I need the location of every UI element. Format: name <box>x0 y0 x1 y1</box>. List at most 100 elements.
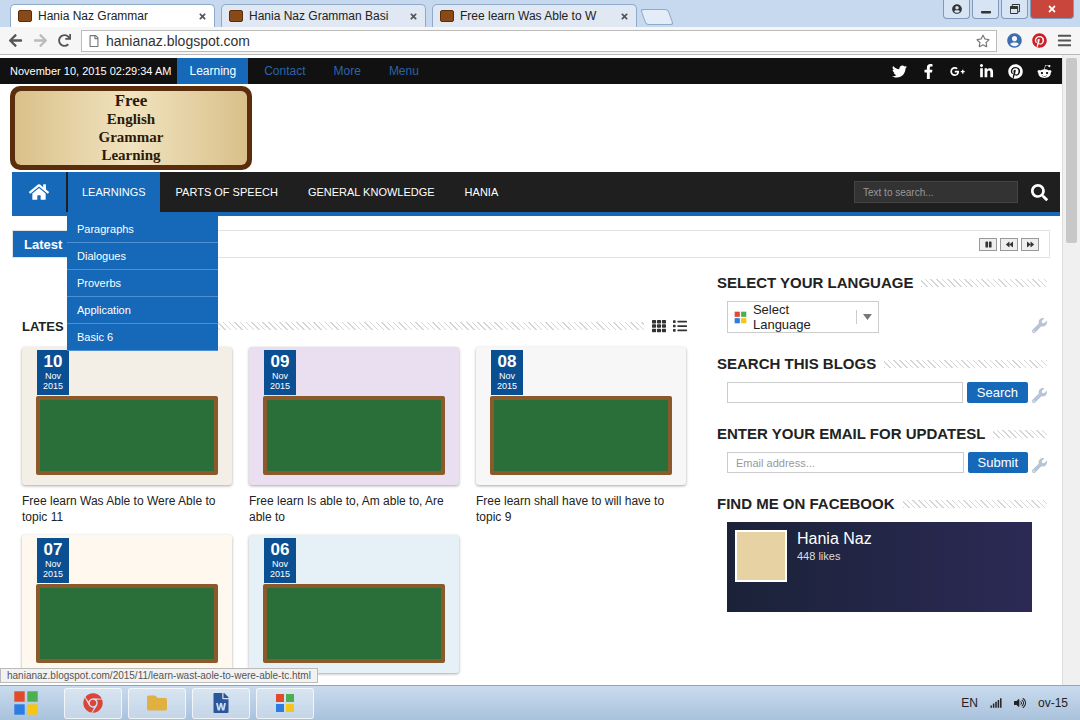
site-logo[interactable]: FreeEnglishGrammarLearning <box>10 86 252 170</box>
close-icon <box>1047 4 1057 14</box>
user-button[interactable] <box>943 0 970 19</box>
nav-wrap: LEARNINGSPARTS OF SPEECHGENERAL KNOWLEDG… <box>12 172 1060 216</box>
url-field[interactable]: hanianaz.blogspot.com <box>81 30 997 52</box>
facebook-icon[interactable] <box>921 64 936 79</box>
pause-icon <box>985 241 992 248</box>
badge-month: Nov <box>37 371 69 381</box>
new-tab-button[interactable] <box>640 9 674 25</box>
start-button[interactable] <box>6 688 46 718</box>
back-icon[interactable] <box>8 33 23 48</box>
dropdown-item[interactable]: Proverbs <box>67 270 218 297</box>
language-select[interactable]: Select Language <box>727 301 879 333</box>
next-button[interactable] <box>1021 238 1039 251</box>
network-icon[interactable] <box>990 697 1002 709</box>
search-button[interactable]: Search <box>967 382 1028 403</box>
minimize-icon <box>981 4 991 14</box>
linkedin-icon[interactable] <box>979 64 994 79</box>
nav-item[interactable]: GENERAL KNOWLEDGE <box>294 172 449 212</box>
post-caption[interactable]: Free learn Was Able to Were Able to topi… <box>22 493 232 525</box>
wrench-icon <box>1032 458 1047 473</box>
word-task[interactable] <box>192 688 250 719</box>
badge-day: 10 <box>37 352 69 371</box>
chrome-task[interactable] <box>64 688 122 719</box>
clock[interactable]: ov-15 <box>1038 696 1068 710</box>
menu-icon[interactable] <box>1057 33 1072 48</box>
search-input[interactable] <box>727 382 963 403</box>
nav-search-input[interactable] <box>854 181 1018 203</box>
edit-widget[interactable] <box>1032 388 1047 403</box>
nav-item[interactable]: HANIA <box>451 172 513 212</box>
app-task[interactable] <box>256 688 314 719</box>
close-icon[interactable] <box>409 12 418 21</box>
volume-icon[interactable] <box>1014 697 1026 709</box>
email-input[interactable] <box>727 452 964 473</box>
explorer-task[interactable] <box>128 688 186 719</box>
wrench-icon <box>1032 388 1047 403</box>
translate-icon <box>734 311 747 324</box>
scroll-thumb[interactable] <box>1066 58 1077 243</box>
nav-item[interactable]: LEARNINGS <box>68 172 160 212</box>
top-link[interactable]: Learning <box>177 58 248 84</box>
pinterest-icon[interactable] <box>1008 64 1023 79</box>
nav-item[interactable]: PARTS OF SPEECH <box>162 172 292 212</box>
dropdown-item[interactable]: Dialogues <box>67 243 218 270</box>
post-card[interactable]: 09Nov2015Free learn Is able to, Am able … <box>249 347 459 525</box>
folder-icon <box>147 693 167 713</box>
top-link[interactable]: More <box>322 58 373 84</box>
browser-tab[interactable]: Hania Naz Gramman Basi <box>221 4 426 27</box>
tab-label: Free learn Was Able to W <box>460 9 614 23</box>
google-plus-icon[interactable] <box>950 64 965 79</box>
submit-button[interactable]: Submit <box>968 452 1028 473</box>
post-card[interactable]: 06Nov2015 <box>249 535 459 673</box>
ticker-label: Latest <box>13 231 73 257</box>
extension-icon[interactable] <box>1007 33 1022 48</box>
view-toggle <box>652 319 687 333</box>
home-button[interactable] <box>12 172 66 212</box>
search-button[interactable] <box>1018 172 1060 212</box>
taskbar: EN ov-15 <box>0 685 1080 720</box>
facebook-box[interactable]: Hania Naz448 likes <box>727 522 1032 612</box>
pause-button[interactable] <box>979 238 997 251</box>
close-icon[interactable] <box>620 12 629 21</box>
browser-tab[interactable]: Free learn Was Able to W <box>432 4 637 27</box>
reddit-icon[interactable] <box>1037 64 1052 79</box>
star-icon[interactable] <box>976 34 990 48</box>
post-caption[interactable]: Free learn shall have to will have to to… <box>476 493 686 525</box>
forward-icon[interactable] <box>33 33 48 48</box>
post-card[interactable]: 08Nov2015Free learn shall have to will h… <box>476 347 686 525</box>
top-link[interactable]: Contact <box>252 58 317 84</box>
dropdown-item[interactable]: Basic 6 <box>67 324 218 351</box>
app-icon <box>275 693 295 713</box>
post-grid: 10Nov2015 Free learn Was Able to Were Abl… <box>22 347 687 673</box>
sidebar: SELECT YOUR LANGUAGESelect LanguageSEARC… <box>717 274 1047 673</box>
word-icon <box>211 693 231 713</box>
edit-widget[interactable] <box>1032 458 1047 473</box>
scrollbar[interactable] <box>1062 55 1080 685</box>
pinterest-icon[interactable] <box>1032 33 1047 48</box>
social-links <box>892 58 1052 84</box>
grid-icon[interactable] <box>652 319 666 333</box>
widget-title: ENTER YOUR EMAIL FOR UPDATESL <box>717 425 1047 442</box>
dropdown-item[interactable]: Paragraphs <box>67 216 218 243</box>
post-caption[interactable]: Free learn Is able to, Am able to, Are a… <box>249 493 459 525</box>
badge-year: 2015 <box>37 381 69 391</box>
twitter-icon[interactable] <box>892 64 907 79</box>
edit-widget[interactable] <box>1032 318 1047 333</box>
windows-icon <box>13 690 39 716</box>
nav-bar: LEARNINGSPARTS OF SPEECHGENERAL KNOWLEDG… <box>12 172 1060 216</box>
post-card[interactable]: 10Nov2015 Free learn Was Able to Were Abl… <box>22 347 232 525</box>
close-icon[interactable] <box>198 12 207 21</box>
top-link[interactable]: Menu <box>377 58 431 84</box>
previous-button[interactable] <box>1000 238 1018 251</box>
close-window-button[interactable] <box>1030 0 1074 19</box>
reload-icon[interactable] <box>58 34 71 47</box>
language-indicator[interactable]: EN <box>961 696 978 710</box>
list-icon[interactable] <box>673 319 687 333</box>
post-card[interactable]: 07Nov2015 <box>22 535 232 673</box>
dropdown-item[interactable]: Application <box>67 297 218 324</box>
minimize-button[interactable] <box>972 0 999 19</box>
browser-tab[interactable]: Hania Naz Grammar <box>10 4 215 27</box>
tab-label: Hania Naz Gramman Basi <box>249 9 403 23</box>
wrench-icon <box>1032 318 1047 333</box>
restore-button[interactable] <box>1001 0 1028 19</box>
